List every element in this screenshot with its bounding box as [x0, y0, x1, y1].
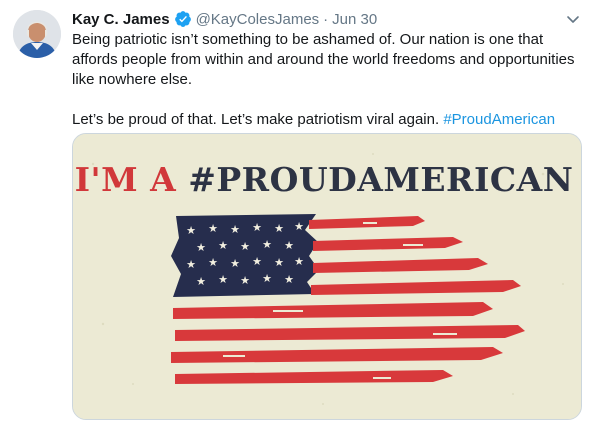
- tweet-media-image[interactable]: I'M A #PROUDAMERICAN ★ ★ ★ ★ ★ ★ ★ ★ ★ ★ ★ ★ ★ ★ ★ ★ ★…: [72, 133, 582, 420]
- tweet-paragraph-2-text: Let’s be proud of that. Let’s make patri…: [72, 111, 444, 128]
- svg-text:★: ★: [274, 256, 284, 269]
- tweet-paragraph-2: Let’s be proud of that. Let’s make patri…: [72, 110, 587, 130]
- svg-text:★: ★: [196, 275, 206, 288]
- svg-text:★: ★: [284, 239, 294, 252]
- svg-text:★: ★: [230, 223, 240, 236]
- svg-text:★: ★: [218, 239, 228, 252]
- author-name[interactable]: Kay C. James: [72, 11, 170, 28]
- svg-text:★: ★: [208, 222, 218, 235]
- svg-text:★: ★: [186, 258, 196, 271]
- image-heading-part1: I'M A: [75, 160, 189, 199]
- separator-dot: ·: [323, 10, 329, 28]
- svg-text:★: ★: [262, 238, 272, 251]
- tweet-text: Being patriotic isn’t something to be as…: [72, 30, 587, 130]
- svg-text:★: ★: [252, 255, 262, 268]
- svg-text:★: ★: [240, 240, 250, 253]
- svg-text:★: ★: [208, 256, 218, 269]
- tweet-header: Kay C. James @KayColesJames · Jun 30: [72, 9, 377, 29]
- svg-text:★: ★: [218, 273, 228, 286]
- tweet-paragraph-1: Being patriotic isn’t something to be as…: [72, 31, 575, 88]
- svg-text:★: ★: [230, 257, 240, 270]
- proud-american-graphic: I'M A #PROUDAMERICAN ★ ★ ★ ★ ★ ★ ★ ★ ★ ★ ★ ★ ★ ★ ★ ★ ★…: [73, 134, 581, 419]
- svg-text:★: ★: [196, 241, 206, 254]
- hashtag-link[interactable]: #ProudAmerican: [443, 111, 555, 128]
- svg-text:★: ★: [274, 222, 284, 235]
- verified-badge-icon: [174, 10, 192, 28]
- svg-text:★: ★: [262, 272, 272, 285]
- image-heading: I'M A #PROUDAMERICAN: [75, 160, 574, 199]
- image-heading-part2: #PROUDAMERICAN: [188, 160, 573, 199]
- svg-text:★: ★: [252, 221, 262, 234]
- chevron-down-icon[interactable]: [565, 11, 581, 27]
- svg-text:★: ★: [294, 255, 304, 268]
- tweet-date[interactable]: Jun 30: [332, 11, 377, 28]
- avatar[interactable]: [13, 10, 61, 58]
- svg-text:★: ★: [186, 224, 196, 237]
- author-handle[interactable]: @KayColesJames: [196, 11, 320, 28]
- svg-text:★: ★: [284, 273, 294, 286]
- svg-text:★: ★: [294, 220, 304, 233]
- svg-text:★: ★: [240, 274, 250, 287]
